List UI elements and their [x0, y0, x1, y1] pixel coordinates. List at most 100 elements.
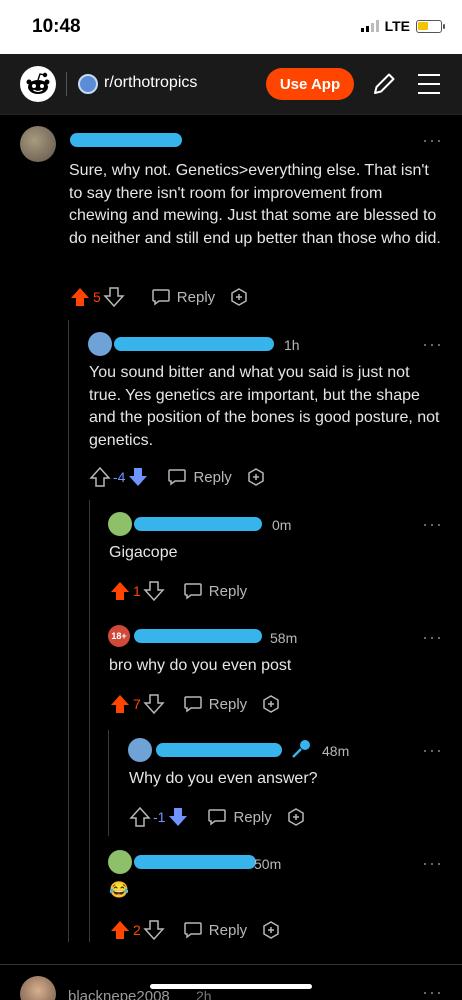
- avatar[interactable]: [20, 126, 56, 162]
- comment-username[interactable]: blacknepe2008: [68, 988, 170, 1000]
- microphone-icon: [292, 740, 310, 758]
- subreddit-icon[interactable]: [78, 74, 98, 94]
- comment-actions: -4 Reply: [89, 465, 266, 489]
- avatar[interactable]: [88, 332, 112, 356]
- reply-icon: [208, 809, 227, 826]
- comment-text: You sound bitter and what you said is ju…: [89, 364, 440, 449]
- reply-icon: [184, 696, 202, 713]
- username-redacted: [134, 517, 262, 531]
- more-options-icon[interactable]: ···: [422, 334, 443, 355]
- comment-actions: 2 Reply: [109, 918, 281, 942]
- battery-icon: [416, 19, 445, 33]
- more-options-icon[interactable]: ···: [422, 853, 443, 874]
- vote-count: -1: [153, 809, 166, 825]
- reply-button[interactable]: Reply: [207, 808, 272, 826]
- reply-label: Reply: [208, 921, 248, 939]
- reply-button[interactable]: Reply: [151, 288, 215, 306]
- reddit-logo-icon[interactable]: [20, 66, 56, 102]
- pencil-icon[interactable]: [370, 70, 398, 98]
- upvote-icon[interactable]: [69, 286, 91, 308]
- upvote-icon[interactable]: [109, 580, 131, 602]
- comment-actions: 7 Reply: [109, 692, 281, 716]
- comment-text: Why do you even answer?: [129, 770, 318, 787]
- home-indicator: [150, 984, 312, 989]
- username-redacted: [134, 855, 256, 869]
- reply-button[interactable]: Reply: [183, 921, 247, 939]
- upvote-icon[interactable]: [109, 693, 131, 715]
- comment-text: Sure, why not. Genetics>everything else.…: [69, 162, 441, 247]
- thread-line: [89, 500, 90, 942]
- reply-icon: [184, 922, 202, 939]
- comment-time: 1h: [284, 337, 300, 353]
- upvote-icon[interactable]: [129, 806, 151, 828]
- reply-label: Reply: [208, 582, 248, 600]
- downvote-icon[interactable]: [167, 806, 189, 828]
- reply-icon: [152, 289, 170, 306]
- award-icon[interactable]: [229, 287, 249, 307]
- avatar[interactable]: [108, 512, 132, 536]
- reply-label: Reply: [208, 695, 248, 713]
- more-options-icon[interactable]: ···: [422, 627, 443, 648]
- downvote-icon[interactable]: [143, 693, 165, 715]
- subreddit-name[interactable]: r/orthotropics: [104, 74, 197, 92]
- reply-label: Reply: [176, 288, 216, 306]
- upvote-icon[interactable]: [89, 466, 111, 488]
- nsfw-badge: 18+: [108, 625, 130, 647]
- network-label: LTE: [384, 18, 410, 34]
- reply-button[interactable]: Reply: [167, 468, 232, 486]
- avatar[interactable]: [108, 850, 132, 874]
- header-separator: [66, 72, 67, 96]
- more-options-icon[interactable]: ···: [422, 740, 443, 761]
- award-icon[interactable]: [261, 694, 281, 714]
- vote-count: 7: [133, 696, 141, 712]
- comment-time: 48m: [322, 743, 350, 759]
- reply-icon: [168, 469, 187, 486]
- use-app-button[interactable]: Use App: [266, 68, 354, 100]
- comment-text: Gigacope: [109, 544, 178, 561]
- more-options-icon[interactable]: ···: [422, 514, 443, 535]
- more-options-icon[interactable]: ···: [422, 982, 443, 1000]
- comment-time: 50m: [254, 856, 282, 872]
- more-options-icon[interactable]: ···: [422, 130, 443, 151]
- comment-time: 0m: [272, 517, 292, 533]
- award-icon[interactable]: [261, 920, 281, 940]
- award-icon[interactable]: [286, 807, 306, 827]
- status-bar: 10:48 LTE: [0, 0, 462, 54]
- avatar[interactable]: [128, 738, 152, 762]
- vote-count: 1: [133, 583, 141, 599]
- comment-text: bro why do you even post: [109, 657, 292, 674]
- username-redacted: [114, 337, 274, 351]
- reply-button[interactable]: Reply: [183, 695, 247, 713]
- reply-label: Reply: [233, 808, 272, 826]
- downvote-icon[interactable]: [143, 919, 165, 941]
- menu-icon[interactable]: [416, 72, 442, 96]
- comment-actions: 5 Reply: [69, 285, 249, 309]
- comment-actions: 1 Reply: [109, 579, 247, 603]
- thread-line: [108, 730, 109, 836]
- reply-button[interactable]: Reply: [183, 582, 247, 600]
- status-indicators: LTE: [360, 18, 445, 34]
- thread-line: [68, 320, 69, 942]
- upvote-icon[interactable]: [109, 919, 131, 941]
- award-icon[interactable]: [246, 467, 266, 487]
- vote-count: 5: [93, 289, 101, 305]
- app-header: r/orthotropics Use App: [0, 54, 462, 114]
- downvote-icon[interactable]: [143, 580, 165, 602]
- signal-icon: [360, 20, 379, 32]
- vote-count: -4: [113, 469, 126, 485]
- status-time: 10:48: [32, 16, 81, 37]
- username-redacted: [156, 743, 282, 757]
- downvote-icon[interactable]: [127, 466, 149, 488]
- comment-text: 😂: [109, 882, 129, 899]
- downvote-icon[interactable]: [103, 286, 125, 308]
- reply-icon: [184, 583, 202, 600]
- comment-divider: [0, 964, 462, 965]
- avatar[interactable]: [20, 976, 56, 1000]
- header-divider: [0, 114, 462, 115]
- username-redacted: [70, 133, 182, 147]
- comment-time: 58m: [270, 630, 298, 646]
- comment-actions: -1 Reply: [129, 805, 306, 829]
- reply-label: Reply: [193, 468, 232, 486]
- vote-count: 2: [133, 922, 141, 938]
- comment-time: 2h: [196, 988, 212, 1000]
